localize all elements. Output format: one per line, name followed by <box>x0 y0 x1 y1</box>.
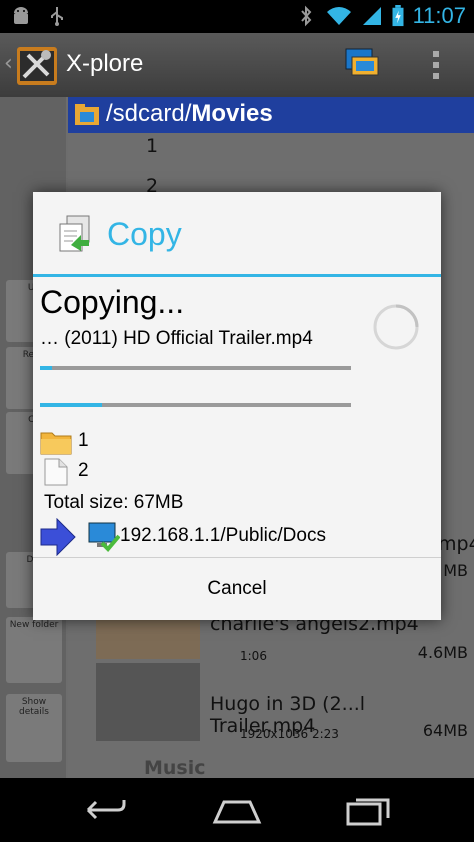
app-title: X-plore <box>66 50 144 77</box>
action-bar: ‹ X-plore <box>0 33 474 97</box>
back-icon[interactable] <box>80 792 130 828</box>
title-divider <box>33 274 441 277</box>
network-computer-icon <box>88 522 120 552</box>
battery-charging-icon <box>392 5 404 27</box>
folders-count: 1 <box>78 430 89 451</box>
total-progress-bar <box>40 403 351 407</box>
clock: 11:07 <box>412 3 466 28</box>
current-path: /sdcard/Movies <box>106 100 273 127</box>
copy-icon <box>59 215 90 252</box>
files-count-row: 2 <box>40 458 160 486</box>
recent-apps-icon[interactable] <box>344 792 394 828</box>
folder-icon <box>40 432 72 455</box>
device-icon[interactable] <box>344 47 380 81</box>
files-count: 2 <box>78 460 89 481</box>
overflow-menu-icon[interactable] <box>428 49 444 81</box>
total-progress-fill <box>40 403 103 407</box>
side-btn-new-folder[interactable]: New folder <box>6 617 62 683</box>
side-btn-show-details[interactable]: Show details <box>6 694 62 762</box>
cancel-button[interactable]: Cancel <box>33 558 441 620</box>
folder-icon <box>75 104 99 125</box>
usb-icon <box>51 7 63 26</box>
total-size: Total size: 67MB <box>44 492 184 513</box>
copy-dialog: Copy Copying... … (2011) HD Official Tra… <box>33 192 441 620</box>
arrow-right-icon <box>40 518 76 556</box>
path-bar: /sdcard/Movies <box>68 97 474 133</box>
file-progress-fill <box>40 366 53 370</box>
video-thumbnail <box>96 663 200 741</box>
status-bar: 11:07 <box>0 0 474 33</box>
wifi-icon <box>326 7 351 25</box>
home-icon[interactable] <box>212 792 262 828</box>
signal-icon <box>362 7 381 25</box>
file-progress-bar <box>40 366 351 370</box>
navigation-bar <box>0 778 474 842</box>
current-file-name: … (2011) HD Official Trailer.mp4 <box>40 328 313 349</box>
list-item[interactable]: 1 <box>68 135 474 165</box>
dialog-title: Copy <box>107 216 182 252</box>
list-item[interactable]: Hugo in 3D (2...l Trailer.mp4 1920x1036 … <box>68 663 474 743</box>
dialog-header: Copy <box>33 192 441 276</box>
destination-path: 192.168.1.1/Public/Docs <box>120 525 326 546</box>
destination-row: 192.168.1.1/Public/Docs <box>40 518 440 556</box>
copy-status: Copying... <box>40 284 185 320</box>
up-caret[interactable]: ‹ <box>4 51 13 76</box>
bluetooth-icon <box>300 5 311 27</box>
app-logo-icon[interactable] <box>16 41 58 87</box>
file-icon <box>44 458 68 486</box>
android-debug-icon <box>14 7 28 24</box>
progress-spinner <box>373 304 419 350</box>
folders-count-row: 1 <box>40 428 160 456</box>
